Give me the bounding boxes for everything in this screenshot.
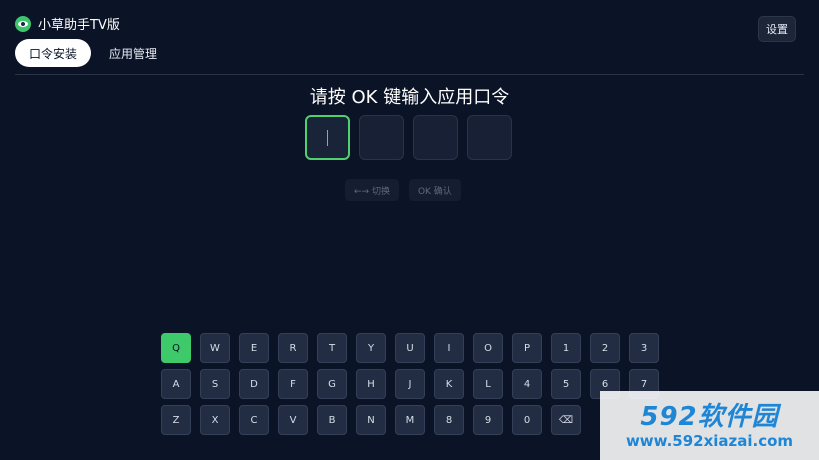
key-w[interactable]: W <box>200 333 230 363</box>
key-n[interactable]: N <box>356 405 386 435</box>
key-l[interactable]: L <box>473 369 503 399</box>
keyboard-row: QWERTYUIOP123 <box>161 333 659 363</box>
key-c[interactable]: C <box>239 405 269 435</box>
code-box-4[interactable] <box>467 115 512 160</box>
hint-switch: ←→ 切换 <box>345 179 399 201</box>
app-logo-icon <box>15 15 31 32</box>
key-u[interactable]: U <box>395 333 425 363</box>
key-s[interactable]: S <box>200 369 230 399</box>
key-hints: ←→ 切换 OK 确认 <box>345 179 461 201</box>
key-x[interactable]: X <box>200 405 230 435</box>
key-4[interactable]: 4 <box>512 369 542 399</box>
keyboard-row: ASDFGHJKL4567 <box>161 369 659 399</box>
code-box-3[interactable] <box>413 115 458 160</box>
key-0[interactable]: 0 <box>512 405 542 435</box>
key-2[interactable]: 2 <box>590 333 620 363</box>
keyboard-row: Z X C V B N M 8 9 0 ⌫ <box>161 405 659 435</box>
key-3[interactable]: 3 <box>629 333 659 363</box>
key-y[interactable]: Y <box>356 333 386 363</box>
key-z[interactable]: Z <box>161 405 191 435</box>
key-b[interactable]: B <box>317 405 347 435</box>
on-screen-keyboard: Q W E R T Y U I O P 1 2 3 A S D F G H J K L 4 5 6 7 Z X C V B N M 8 9 0 ⌫ <box>161 333 659 441</box>
key-d[interactable]: D <box>239 369 269 399</box>
code-box-2[interactable] <box>359 115 404 160</box>
key-f[interactable]: F <box>278 369 308 399</box>
key-k[interactable]: K <box>434 369 464 399</box>
watermark: 592软件园 www.592xiazai.com <box>600 391 819 460</box>
key-1[interactable]: 1 <box>551 333 581 363</box>
hint-confirm: OK 确认 <box>408 179 461 201</box>
backspace-key[interactable]: ⌫ <box>551 405 581 435</box>
text-cursor <box>327 129 328 146</box>
key-8[interactable]: 8 <box>434 405 464 435</box>
key-v[interactable]: V <box>278 405 308 435</box>
watermark-brand: 592软件园 <box>640 401 779 432</box>
header-divider <box>15 74 804 75</box>
page-title: 请按 OK 键输入应用口令 <box>309 87 510 108</box>
tab-code-install[interactable]: 口令安装 <box>15 39 92 67</box>
key-i[interactable]: I <box>434 333 464 363</box>
key-a[interactable]: A <box>161 369 191 399</box>
tab-app-management[interactable]: 应用管理 <box>95 39 171 67</box>
key-o[interactable]: O <box>473 333 503 363</box>
code-input-group <box>305 115 512 160</box>
code-box-1[interactable] <box>305 115 350 160</box>
key-r[interactable]: R <box>278 333 308 363</box>
app-title: 小草助手TV版 <box>38 18 120 33</box>
key-h[interactable]: H <box>356 369 386 399</box>
app-header: 小草助手TV版 <box>15 14 120 33</box>
key-j[interactable]: J <box>395 369 425 399</box>
key-p[interactable]: P <box>512 333 542 363</box>
key-t[interactable]: T <box>317 333 347 363</box>
key-5[interactable]: 5 <box>551 369 581 399</box>
key-e[interactable]: E <box>239 333 269 363</box>
settings-button[interactable]: 设置 <box>758 16 796 42</box>
key-9[interactable]: 9 <box>473 405 503 435</box>
watermark-url: www.592xiazai.com <box>625 431 794 450</box>
key-g[interactable]: G <box>317 369 347 399</box>
key-q[interactable]: Q <box>161 333 191 363</box>
key-m[interactable]: M <box>395 405 425 435</box>
tab-bar: 口令安装 应用管理 <box>15 39 171 67</box>
